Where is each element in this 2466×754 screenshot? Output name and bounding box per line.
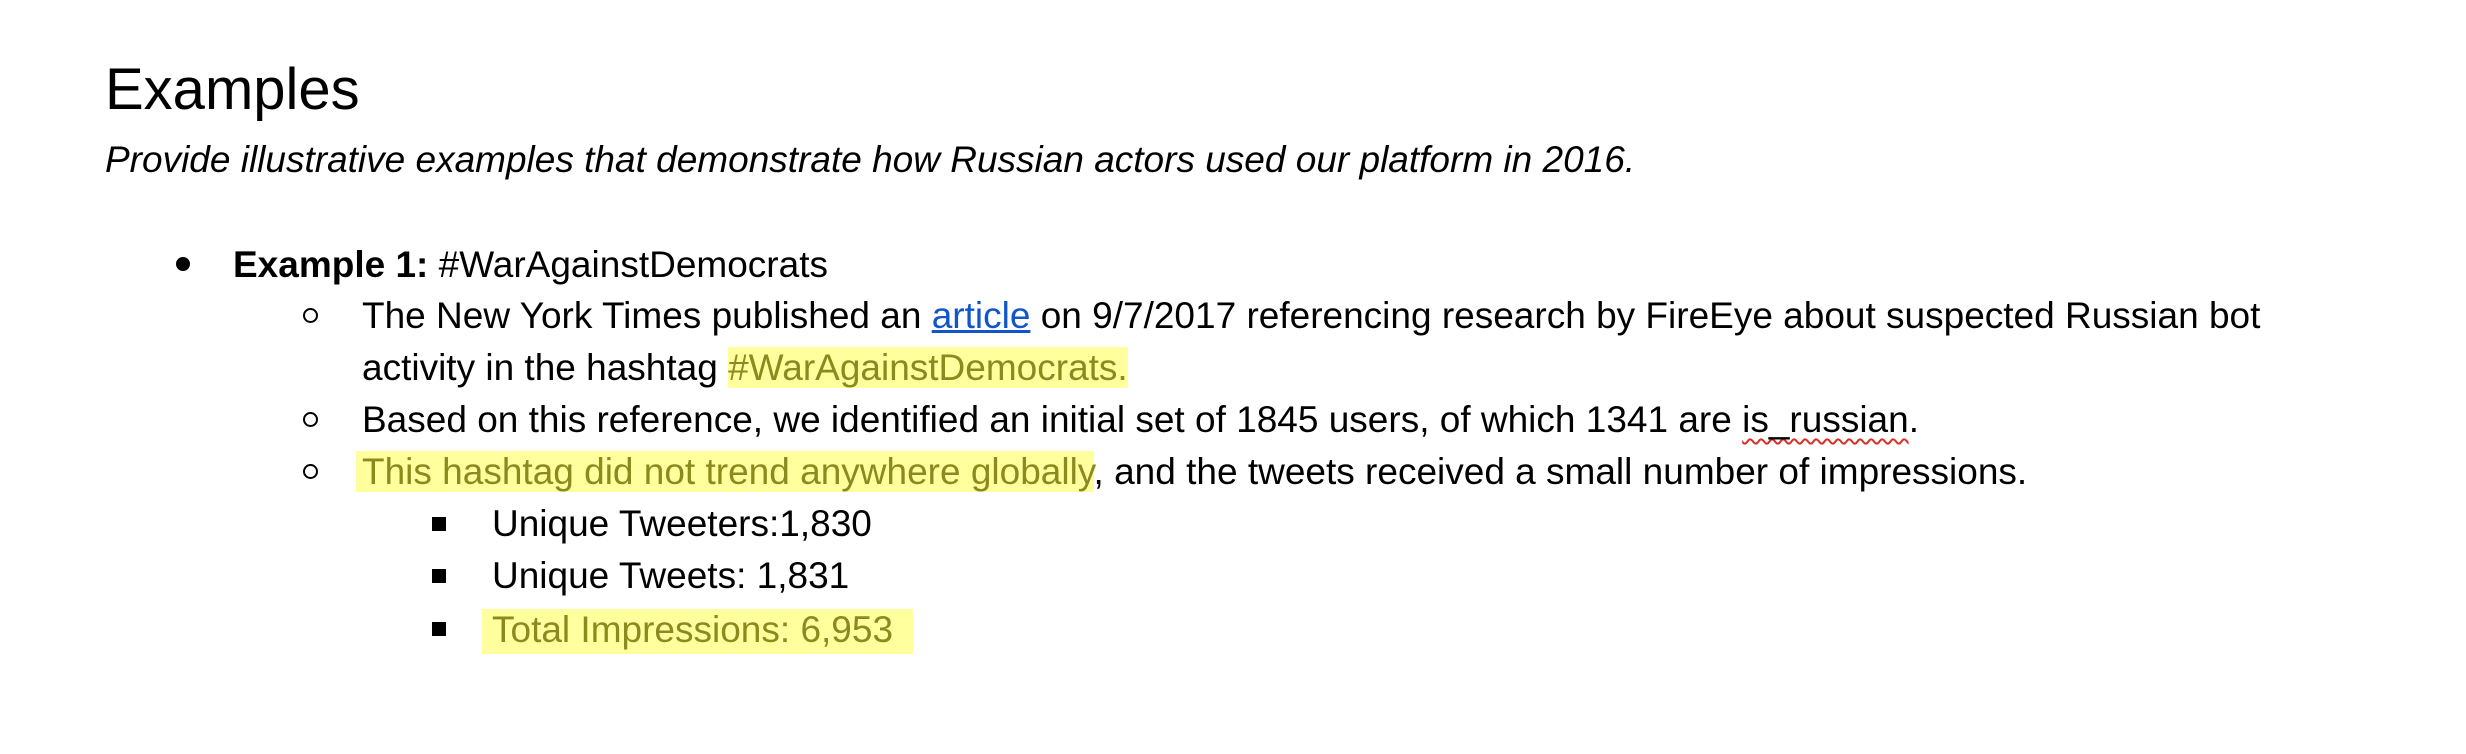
stat-unique-tweets: Unique Tweets: 1,831 bbox=[492, 555, 850, 596]
item-3-text: , and the tweets received a small number… bbox=[1093, 451, 2028, 492]
bullet-square-icon bbox=[432, 569, 446, 583]
trend-highlight: This hashtag did not trend anywhere glob… bbox=[356, 451, 1094, 492]
item-2-text-a: Based on this reference, we identified a… bbox=[362, 399, 1743, 440]
bullet-circle-icon bbox=[303, 412, 318, 427]
item-1-text-b: on 9/7/2017 referencing research by Fire… bbox=[1030, 295, 2261, 336]
spellcheck-flagged-word[interactable]: is_russian bbox=[1742, 399, 1909, 440]
bullet-square-icon bbox=[432, 622, 446, 636]
item-1-line-2: activity in the hashtag #WarAgainstDemoc… bbox=[362, 342, 1128, 394]
example-1-line: Example 1: #WarAgainstDemocrats bbox=[233, 239, 828, 291]
example-1-label: Example 1: bbox=[233, 244, 429, 285]
bullet-square-icon bbox=[432, 517, 446, 531]
example-1-hashtag: #WarAgainstDemocrats bbox=[428, 244, 828, 285]
item-1-text-a: The New York Times published an bbox=[362, 295, 932, 336]
document-page: Examples Provide illustrative examples t… bbox=[0, 0, 2466, 754]
hashtag-highlight: #WarAgainstDemocrats. bbox=[728, 347, 1128, 388]
stat-total-impressions-line: Total Impressions: 6,953 bbox=[482, 604, 914, 656]
article-link[interactable]: article bbox=[932, 295, 1031, 336]
bullet-circle-icon bbox=[303, 308, 318, 323]
stat-total-impressions: Total Impressions: 6,953 bbox=[482, 609, 914, 654]
bullet-disc-icon bbox=[176, 257, 190, 271]
section-subheading: Provide illustrative examples that demon… bbox=[105, 139, 1636, 180]
item-1-text-c: activity in the hashtag bbox=[362, 347, 729, 388]
item-2-text-b: . bbox=[1908, 399, 1919, 440]
item-3-line: This hashtag did not trend anywhere glob… bbox=[356, 446, 2027, 498]
bullet-circle-icon bbox=[303, 464, 318, 479]
item-2-line: Based on this reference, we identified a… bbox=[362, 394, 1919, 446]
item-1-line-1: The New York Times published an article … bbox=[362, 290, 2260, 342]
stat-unique-tweeters: Unique Tweeters:1,830 bbox=[492, 503, 872, 544]
section-heading: Examples bbox=[105, 57, 360, 122]
